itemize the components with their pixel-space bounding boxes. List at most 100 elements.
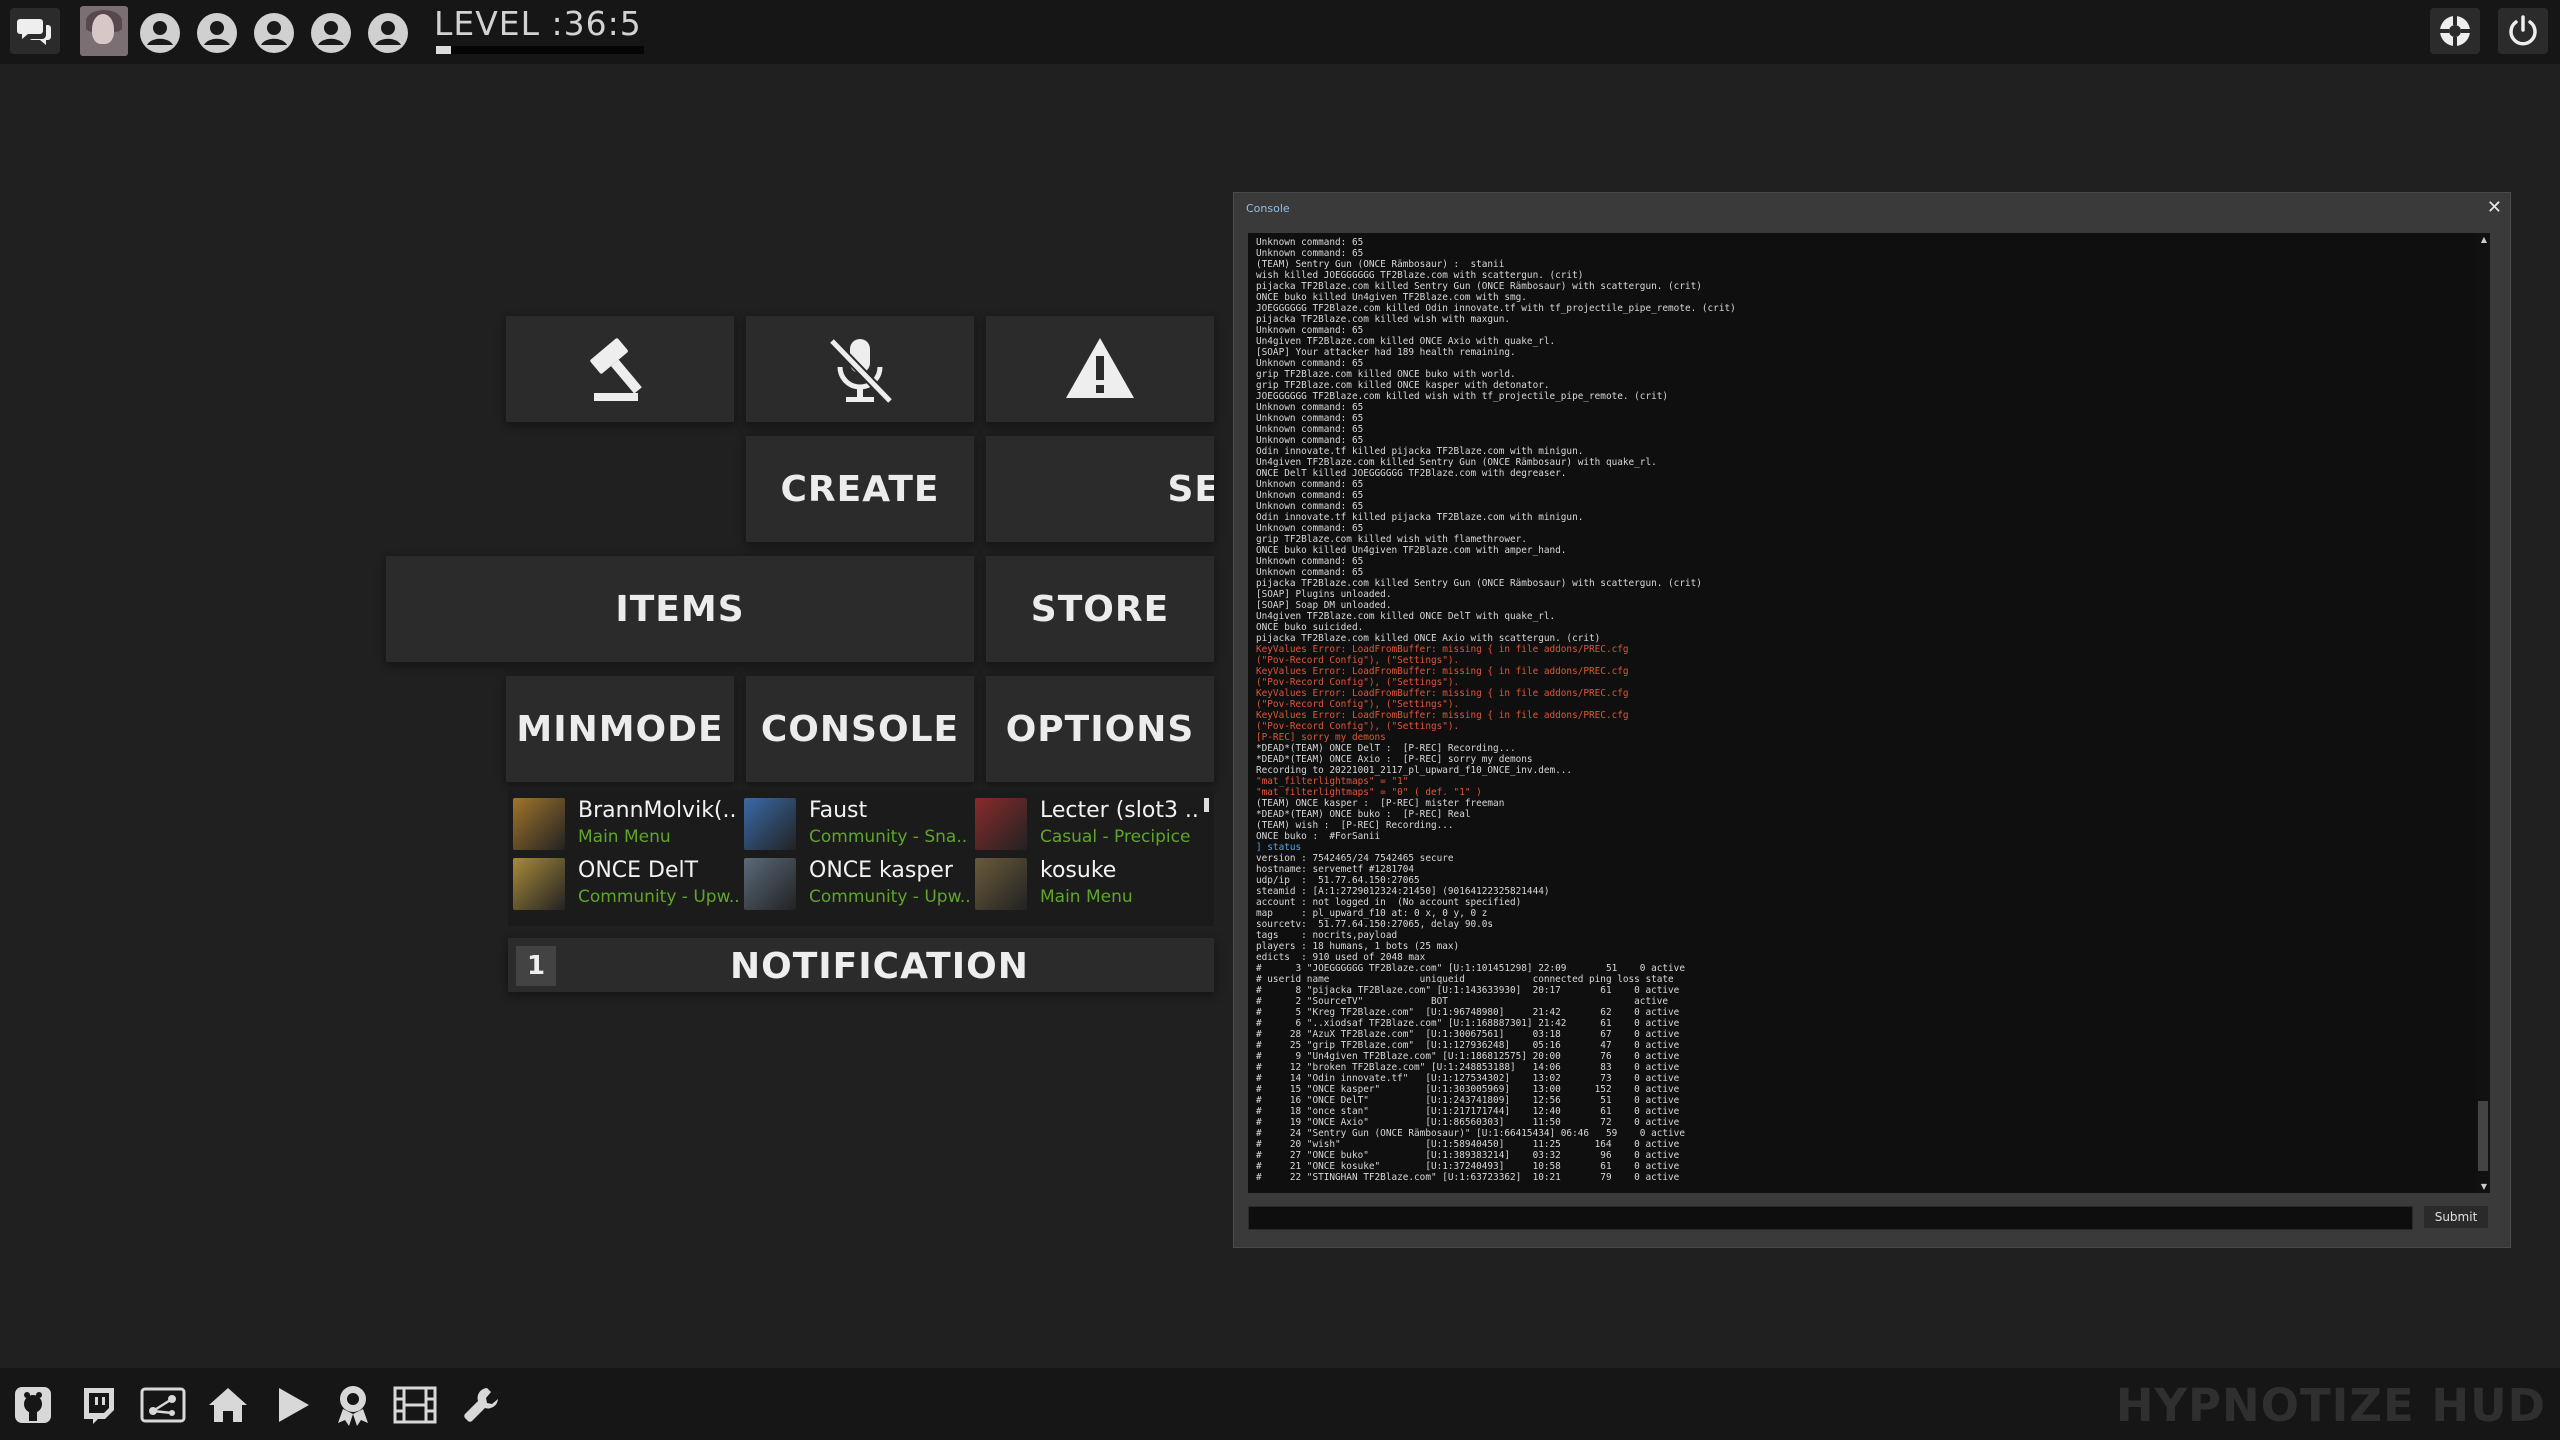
user-avatar[interactable] <box>80 6 128 56</box>
home-button[interactable] <box>205 1382 251 1428</box>
achievements-button[interactable] <box>330 1382 376 1428</box>
power-icon <box>2509 15 2537 46</box>
twitch-button[interactable] <box>75 1382 121 1428</box>
console-window: Console ✕ Unknown command: 65 Unknown com… <box>1233 192 2511 1248</box>
console-title: Console <box>1246 202 1290 215</box>
console-line: Unknown command: 65 <box>1256 490 1364 501</box>
create-label: CREATE <box>780 468 940 510</box>
minmode-button[interactable]: MINMODE <box>506 676 734 782</box>
film-icon <box>393 1386 437 1424</box>
friend-status: Main Menu <box>1040 887 1133 907</box>
xp-progress-bar <box>436 46 644 54</box>
warning-button[interactable] <box>986 316 1214 422</box>
submit-button[interactable]: Submit <box>2424 1206 2488 1228</box>
github-button[interactable] <box>10 1382 56 1428</box>
console-line: # 16 "ONCE DelT" [U:1:243741809] 12:56 5… <box>1256 1095 1680 1106</box>
console-input[interactable] <box>1248 1206 2413 1230</box>
options-button[interactable]: OPTIONS <box>986 676 1214 782</box>
console-line: Unknown command: 65 <box>1256 358 1364 369</box>
workshop-button[interactable] <box>458 1382 504 1428</box>
achievement-icon <box>338 1386 368 1426</box>
friend-avatar <box>975 858 1027 910</box>
console-line: Unknown command: 65 <box>1256 325 1364 336</box>
gavel-icon <box>590 338 642 401</box>
twitch-icon <box>84 1388 114 1424</box>
close-icon[interactable]: ✕ <box>2487 197 2502 218</box>
console-line: version : 7542465/24 7542465 secure <box>1256 853 1454 864</box>
chat-button[interactable] <box>10 8 60 54</box>
console-line: # 21 "ONCE kosuke" [U:1:37240493] 10:58 … <box>1256 1161 1680 1172</box>
scroll-down-icon[interactable]: ▼ <box>2481 1182 2487 1191</box>
play-icon <box>279 1388 309 1422</box>
notification-label: NOTIFICATION <box>730 946 1029 987</box>
store-label: STORE <box>1030 588 1170 630</box>
bottom-bar: HYPNOTIZE HUD <box>0 1368 2560 1440</box>
console-line: ONCE buko killed Un4given TF2Blaze.com w… <box>1256 292 1527 303</box>
server-browser-button[interactable]: SE <box>986 436 1214 542</box>
options-label: OPTIONS <box>1005 708 1195 750</box>
create-server-button[interactable]: CREATE <box>746 436 974 542</box>
console-line: KeyValues Error: LoadFromBuffer: missing… <box>1256 666 1629 677</box>
console-line: # 19 "ONCE Axio" [U:1:86560303] 11:50 72… <box>1256 1117 1680 1128</box>
console-line: [P-REC] sorry my demons <box>1256 732 1386 743</box>
console-line: Unknown command: 65 <box>1256 479 1364 490</box>
notification-button[interactable]: 1 NOTIFICATION <box>508 938 1214 992</box>
console-line: [SOAP] Your attacker had 189 health rema… <box>1256 347 1516 358</box>
console-button[interactable]: CONSOLE <box>746 676 974 782</box>
console-line: (TEAM) wish : [P-REC] Recording... <box>1256 820 1454 831</box>
friend-entry[interactable]: ONCE kasper Community - Upw... <box>739 854 969 912</box>
party-slot-icon[interactable] <box>366 11 410 55</box>
friend-entry[interactable]: BrannMolvik(... Main Menu <box>508 794 738 852</box>
report-button[interactable] <box>506 316 734 422</box>
console-line: "mat_filterlightmaps" = "0" ( def. "1" ) <box>1256 787 1482 798</box>
console-line: Recording to 20221001_2117_pl_upward_f10… <box>1256 765 1573 776</box>
console-line: # 24 "Sentry Gun (ONCE Rämbosaur)" [U:1:… <box>1256 1128 1685 1139</box>
items-label: ITEMS <box>615 588 745 630</box>
server-share-button[interactable] <box>140 1382 186 1428</box>
console-line: pijacka TF2Blaze.com killed ONCE Axio wi… <box>1256 633 1601 644</box>
console-line: # 8 "pijacka TF2Blaze.com" [U:1:14363393… <box>1256 985 1680 996</box>
friend-entry[interactable]: Faust Community - Sna... <box>739 794 969 852</box>
replays-button[interactable] <box>392 1382 438 1428</box>
party-slot-icon[interactable] <box>195 11 239 55</box>
quit-button[interactable] <box>2498 8 2548 54</box>
console-line: JOEGGGGGG TF2Blaze.com killed wish with … <box>1256 391 1669 402</box>
friend-avatar <box>975 798 1027 850</box>
console-line: # 18 "once stan" [U:1:217171744] 12:40 6… <box>1256 1106 1680 1117</box>
store-button[interactable]: STORE <box>986 556 1214 662</box>
wrench-icon <box>464 1388 498 1422</box>
console-line: Odin innovate.tf killed pijacka TF2Blaze… <box>1256 446 1584 457</box>
console-line: wish killed JOEGGGGGG TF2Blaze.com with … <box>1256 270 1584 281</box>
scroll-thumb[interactable] <box>2478 1101 2488 1171</box>
console-line: grip TF2Blaze.com killed wish with flame… <box>1256 534 1527 545</box>
friend-entry[interactable]: Lecter (slot3 ... Casual - Precipice <box>970 794 1200 852</box>
friend-avatar <box>513 858 565 910</box>
friend-avatar <box>513 798 565 850</box>
console-line: # 9 "Un4given TF2Blaze.com" [U:1:1868125… <box>1256 1051 1680 1062</box>
console-output: Unknown command: 65 Unknown command: 65 (T… <box>1248 233 2490 1193</box>
settings-button[interactable] <box>2430 8 2480 54</box>
play-button[interactable] <box>270 1382 316 1428</box>
console-line: Unknown command: 65 <box>1256 501 1364 512</box>
friend-name: Faust <box>809 798 868 823</box>
friends-scrollbar[interactable] <box>1204 798 1209 812</box>
scroll-up-icon[interactable]: ▲ <box>2481 235 2487 244</box>
friend-name: kosuke <box>1040 858 1117 883</box>
mute-voice-button[interactable] <box>746 316 974 422</box>
console-lines: Unknown command: 65 Unknown command: 65 (T… <box>1256 237 2476 1183</box>
friend-name: Lecter (slot3 ... <box>1040 798 1200 823</box>
console-line: Unknown command: 65 <box>1256 402 1364 413</box>
console-line: KeyValues Error: LoadFromBuffer: missing… <box>1256 710 1629 721</box>
party-slot-icon[interactable] <box>309 11 353 55</box>
party-slot-icon[interactable] <box>252 11 296 55</box>
chat-icon <box>17 19 51 45</box>
friend-name: ONCE DelT <box>578 858 699 883</box>
console-line: Un4given TF2Blaze.com killed Sentry Gun … <box>1256 457 1657 468</box>
friend-avatar <box>744 858 796 910</box>
console-scrollbar[interactable]: ▲ ▼ <box>2476 233 2490 1193</box>
friend-entry[interactable]: ONCE DelT Community - Upw... <box>508 854 738 912</box>
items-button[interactable]: ITEMS <box>386 556 974 662</box>
mic-mute-icon <box>828 337 894 405</box>
friend-entry[interactable]: kosuke Main Menu <box>970 854 1198 912</box>
party-slot-icon[interactable] <box>138 11 182 55</box>
